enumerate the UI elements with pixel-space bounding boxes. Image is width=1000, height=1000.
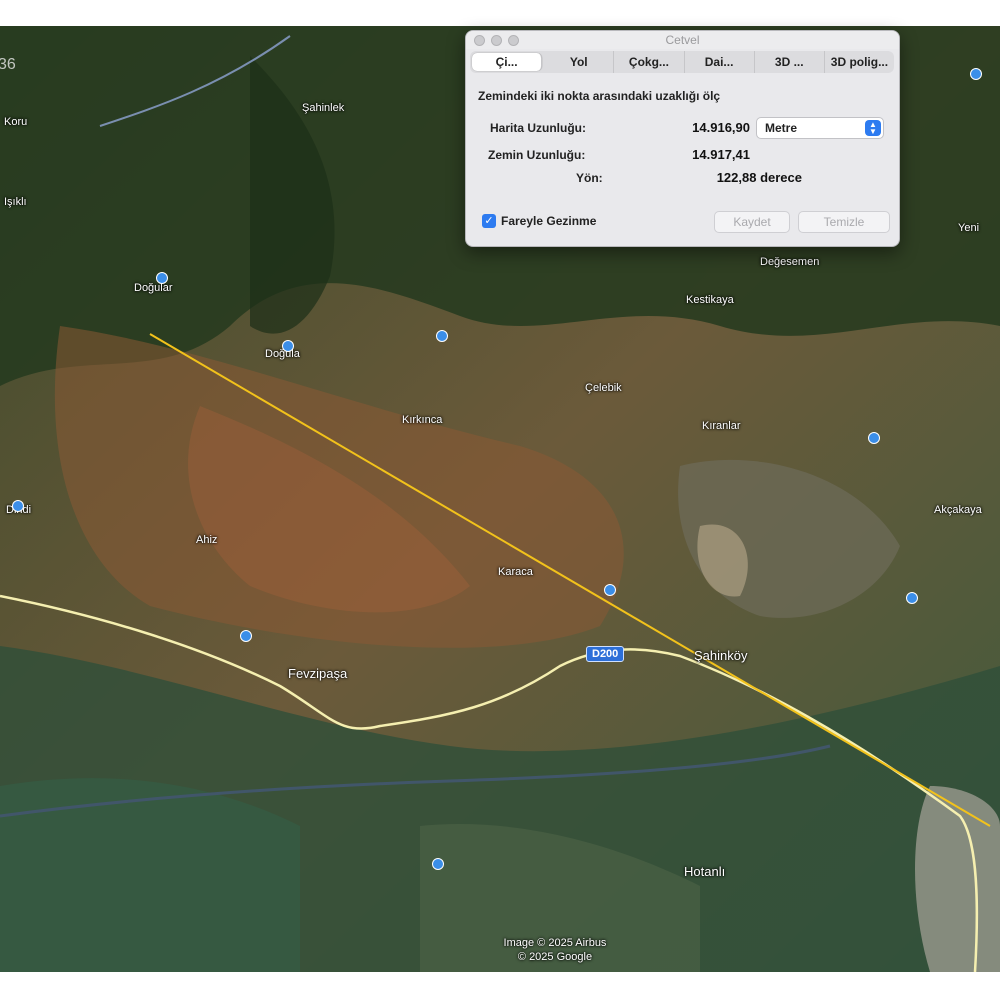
- road-shield-d200: D200: [586, 646, 625, 662]
- map-length-label: Harita Uzunluğu:: [490, 121, 586, 135]
- place-label[interactable]: Hotanlı: [684, 864, 725, 879]
- dialog-title: Cetvel: [665, 33, 700, 47]
- place-label[interactable]: Koru: [4, 116, 27, 128]
- ruler-dialog: Cetvel Çi... Yol Çokg... Dai... 3D ... 3…: [465, 30, 900, 247]
- dialog-description: Zemindeki iki nokta arasındaki uzaklığı …: [478, 89, 721, 103]
- heading-label: Yön:: [576, 171, 603, 185]
- place-label[interactable]: Kestikaya: [686, 294, 734, 306]
- poi-marker[interactable]: [436, 330, 448, 342]
- ground-length-value: 14.917,41: [692, 147, 750, 162]
- tab-circle[interactable]: Dai...: [685, 51, 755, 73]
- poi-marker[interactable]: [906, 592, 918, 604]
- tab-path[interactable]: Yol: [544, 51, 615, 73]
- place-label[interactable]: Fevzipaşa: [288, 666, 347, 681]
- poi-marker[interactable]: [12, 500, 24, 512]
- poi-marker[interactable]: [604, 584, 616, 596]
- map-length-value: 14.916,90: [692, 120, 750, 135]
- chevron-updown-icon: ▲ ▼: [865, 120, 881, 136]
- place-label[interactable]: Değesemen: [760, 256, 819, 268]
- clear-button[interactable]: Temizle: [798, 211, 890, 233]
- unit-select-value: Metre: [765, 121, 798, 135]
- heading-value: 122,88 derece: [716, 170, 802, 185]
- tab-3d-polygon[interactable]: 3D polig...: [825, 51, 894, 73]
- place-label[interactable]: Kıranlar: [702, 420, 741, 432]
- dialog-titlebar[interactable]: Cetvel: [466, 31, 899, 49]
- tab-line[interactable]: Çi...: [472, 53, 543, 71]
- save-button[interactable]: Kaydet: [714, 211, 790, 233]
- place-label[interactable]: Şahinköy: [694, 648, 747, 663]
- place-label[interactable]: Kırkınca: [402, 414, 442, 426]
- tab-polygon[interactable]: Çokg...: [614, 51, 685, 73]
- poi-marker[interactable]: [156, 272, 168, 284]
- mouse-navigation-checkbox[interactable]: ✓: [482, 214, 496, 228]
- ground-length-label: Zemin Uzunluğu:: [488, 148, 586, 162]
- measure-mode-tabs: Çi... Yol Çokg... Dai... 3D ... 3D polig…: [470, 51, 894, 73]
- place-label[interactable]: Şahinlek: [302, 102, 344, 114]
- poi-marker[interactable]: [868, 432, 880, 444]
- poi-marker[interactable]: [970, 68, 982, 80]
- map-copyright: Image © 2025 Airbus © 2025 Google: [470, 936, 640, 964]
- poi-marker[interactable]: [432, 858, 444, 870]
- poi-marker[interactable]: [240, 630, 252, 642]
- copyright-google: © 2025 Google: [517, 951, 593, 963]
- map-corner-text: 36: [0, 56, 16, 73]
- place-label[interactable]: Akçakaya: [934, 504, 982, 516]
- poi-marker[interactable]: [282, 340, 294, 352]
- mouse-navigation-label[interactable]: Fareyle Gezinme: [501, 214, 596, 228]
- place-label[interactable]: Çelebik: [585, 382, 622, 394]
- place-label[interactable]: Karaca: [498, 566, 533, 578]
- place-label[interactable]: Yeni: [958, 222, 979, 234]
- unit-select[interactable]: Metre ▲ ▼: [756, 117, 884, 139]
- place-label[interactable]: Doğular: [134, 282, 173, 294]
- copyright-imagery: Image © 2025 Airbus: [503, 937, 607, 949]
- place-label[interactable]: Ahiz: [196, 534, 217, 546]
- tab-3d-path[interactable]: 3D ...: [755, 51, 825, 73]
- place-label[interactable]: Işıklı: [4, 196, 27, 208]
